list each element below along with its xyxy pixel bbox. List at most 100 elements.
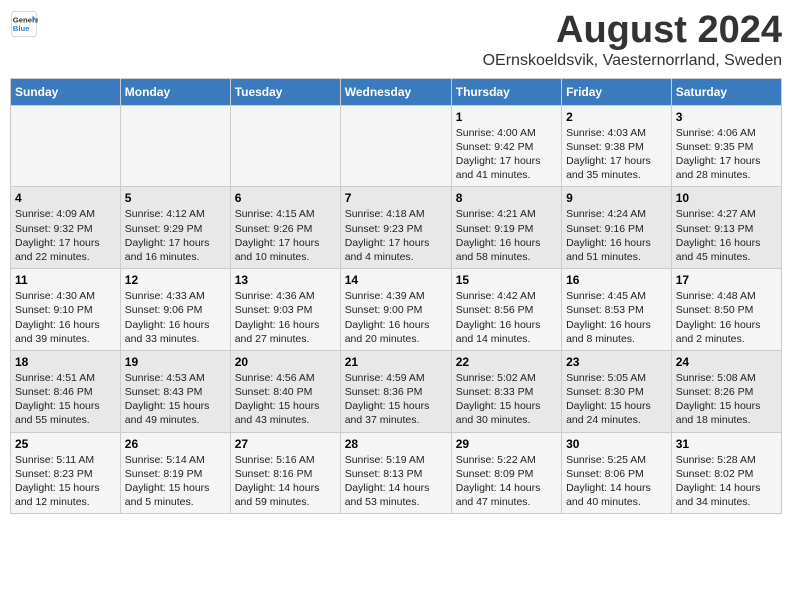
calendar-cell: 15Sunrise: 4:42 AMSunset: 8:56 PMDayligh… <box>451 269 561 351</box>
day-info: Sunrise: 5:25 AMSunset: 8:06 PMDaylight:… <box>566 453 667 510</box>
calendar-cell: 2 Sunrise: 4:03 AMSunset: 9:38 PMDaylight… <box>562 105 672 187</box>
calendar-week-row: 11 Sunrise: 4:30 AMSunset: 9:10 PMDayligh… <box>11 269 782 351</box>
day-number: 2 <box>566 110 667 124</box>
day-info: Sunrise: 5:05 AMSunset: 8:30 PMDaylight:… <box>566 371 667 428</box>
calendar-table: SundayMondayTuesdayWednesdayThursdayFrid… <box>10 78 782 514</box>
day-number: 26 <box>125 437 226 451</box>
calendar-cell: 8Sunrise: 4:21 AMSunset: 9:19 PMDaylight… <box>451 187 561 269</box>
calendar-header-thursday: Thursday <box>451 78 561 105</box>
day-number: 18 <box>15 355 116 369</box>
day-number: 8 <box>456 191 557 205</box>
day-info: Sunrise: 4:06 AMSunset: 9:35 PMDaylight:… <box>676 126 777 183</box>
day-number: 25 <box>15 437 116 451</box>
day-info: Sunrise: 4:24 AMSunset: 9:16 PMDaylight:… <box>566 207 667 264</box>
day-number: 31 <box>676 437 777 451</box>
day-info: Sunrise: 4:39 AMSunset: 9:00 PMDaylight:… <box>345 289 447 346</box>
day-info: Sunrise: 5:02 AMSunset: 8:33 PMDaylight:… <box>456 371 557 428</box>
logo-icon: General Blue <box>10 10 38 38</box>
calendar-cell <box>11 105 121 187</box>
day-info: Sunrise: 4:56 AMSunset: 8:40 PMDaylight:… <box>235 371 336 428</box>
day-number: 21 <box>345 355 447 369</box>
calendar-cell: 7 Sunrise: 4:18 AMSunset: 9:23 PMDaylight… <box>340 187 451 269</box>
day-info: Sunrise: 4:53 AMSunset: 8:43 PMDaylight:… <box>125 371 226 428</box>
day-number: 3 <box>676 110 777 124</box>
day-info: Sunrise: 4:15 AMSunset: 9:26 PMDaylight:… <box>235 207 336 264</box>
day-number: 19 <box>125 355 226 369</box>
logo: General Blue <box>10 10 38 38</box>
day-number: 10 <box>676 191 777 205</box>
calendar-cell: 20 Sunrise: 4:56 AMSunset: 8:40 PMDayligh… <box>230 350 340 432</box>
day-number: 4 <box>15 191 116 205</box>
calendar-cell: 19 Sunrise: 4:53 AMSunset: 8:43 PMDayligh… <box>120 350 230 432</box>
calendar-cell: 14 Sunrise: 4:39 AMSunset: 9:00 PMDayligh… <box>340 269 451 351</box>
calendar-cell: 12Sunrise: 4:33 AMSunset: 9:06 PMDayligh… <box>120 269 230 351</box>
day-info: Sunrise: 4:12 AMSunset: 9:29 PMDaylight:… <box>125 207 226 264</box>
day-number: 28 <box>345 437 447 451</box>
day-number: 29 <box>456 437 557 451</box>
day-info: Sunrise: 5:11 AMSunset: 8:23 PMDaylight:… <box>15 453 116 510</box>
calendar-week-row: 18 Sunrise: 4:51 AMSunset: 8:46 PMDayligh… <box>11 350 782 432</box>
day-number: 23 <box>566 355 667 369</box>
header: General Blue August 2024 OErnskoeldsvik,… <box>10 10 782 70</box>
calendar-week-row: 4 Sunrise: 4:09 AMSunset: 9:32 PMDaylight… <box>11 187 782 269</box>
calendar-header-sunday: Sunday <box>11 78 121 105</box>
day-number: 6 <box>235 191 336 205</box>
calendar-header-friday: Friday <box>562 78 672 105</box>
day-number: 11 <box>15 273 116 287</box>
day-number: 30 <box>566 437 667 451</box>
calendar-cell: 3 Sunrise: 4:06 AMSunset: 9:35 PMDaylight… <box>671 105 781 187</box>
calendar-cell: 17Sunrise: 4:48 AMSunset: 8:50 PMDayligh… <box>671 269 781 351</box>
day-number: 14 <box>345 273 447 287</box>
calendar-cell: 10Sunrise: 4:27 AMSunset: 9:13 PMDayligh… <box>671 187 781 269</box>
calendar-week-row: 25 Sunrise: 5:11 AMSunset: 8:23 PMDayligh… <box>11 432 782 514</box>
calendar-header-saturday: Saturday <box>671 78 781 105</box>
calendar-cell: 1 Sunrise: 4:00 AMSunset: 9:42 PMDaylight… <box>451 105 561 187</box>
day-info: Sunrise: 5:16 AMSunset: 8:16 PMDaylight:… <box>235 453 336 510</box>
calendar-cell: 13Sunrise: 4:36 AMSunset: 9:03 PMDayligh… <box>230 269 340 351</box>
day-number: 16 <box>566 273 667 287</box>
day-number: 1 <box>456 110 557 124</box>
day-info: Sunrise: 5:19 AMSunset: 8:13 PMDaylight:… <box>345 453 447 510</box>
day-info: Sunrise: 4:51 AMSunset: 8:46 PMDaylight:… <box>15 371 116 428</box>
calendar-cell: 24Sunrise: 5:08 AMSunset: 8:26 PMDayligh… <box>671 350 781 432</box>
calendar-header-wednesday: Wednesday <box>340 78 451 105</box>
calendar-cell: 27 Sunrise: 5:16 AMSunset: 8:16 PMDayligh… <box>230 432 340 514</box>
calendar-body: 1 Sunrise: 4:00 AMSunset: 9:42 PMDaylight… <box>11 105 782 513</box>
day-number: 13 <box>235 273 336 287</box>
calendar-cell: 5 Sunrise: 4:12 AMSunset: 9:29 PMDaylight… <box>120 187 230 269</box>
day-number: 5 <box>125 191 226 205</box>
calendar-cell: 30 Sunrise: 5:25 AMSunset: 8:06 PMDayligh… <box>562 432 672 514</box>
day-info: Sunrise: 4:09 AMSunset: 9:32 PMDaylight:… <box>15 207 116 264</box>
calendar-cell: 16Sunrise: 4:45 AMSunset: 8:53 PMDayligh… <box>562 269 672 351</box>
calendar-cell: 6 Sunrise: 4:15 AMSunset: 9:26 PMDaylight… <box>230 187 340 269</box>
day-info: Sunrise: 4:18 AMSunset: 9:23 PMDaylight:… <box>345 207 447 264</box>
day-info: Sunrise: 4:30 AMSunset: 9:10 PMDaylight:… <box>15 289 116 346</box>
calendar-week-row: 1 Sunrise: 4:00 AMSunset: 9:42 PMDaylight… <box>11 105 782 187</box>
location-title: OErnskoeldsvik, Vaesternorrland, Sweden <box>483 52 782 70</box>
day-info: Sunrise: 4:00 AMSunset: 9:42 PMDaylight:… <box>456 126 557 183</box>
calendar-cell: 28 Sunrise: 5:19 AMSunset: 8:13 PMDayligh… <box>340 432 451 514</box>
calendar-cell: 18 Sunrise: 4:51 AMSunset: 8:46 PMDayligh… <box>11 350 121 432</box>
calendar-header-row: SundayMondayTuesdayWednesdayThursdayFrid… <box>11 78 782 105</box>
calendar-cell <box>340 105 451 187</box>
calendar-cell: 23 Sunrise: 5:05 AMSunset: 8:30 PMDayligh… <box>562 350 672 432</box>
day-number: 20 <box>235 355 336 369</box>
calendar-cell: 21Sunrise: 4:59 AMSunset: 8:36 PMDayligh… <box>340 350 451 432</box>
day-number: 9 <box>566 191 667 205</box>
calendar-cell: 9 Sunrise: 4:24 AMSunset: 9:16 PMDaylight… <box>562 187 672 269</box>
day-number: 12 <box>125 273 226 287</box>
calendar-header-tuesday: Tuesday <box>230 78 340 105</box>
day-info: Sunrise: 4:42 AMSunset: 8:56 PMDaylight:… <box>456 289 557 346</box>
calendar-cell: 11 Sunrise: 4:30 AMSunset: 9:10 PMDayligh… <box>11 269 121 351</box>
day-info: Sunrise: 4:03 AMSunset: 9:38 PMDaylight:… <box>566 126 667 183</box>
day-number: 7 <box>345 191 447 205</box>
calendar-cell: 22Sunrise: 5:02 AMSunset: 8:33 PMDayligh… <box>451 350 561 432</box>
calendar-cell: 4 Sunrise: 4:09 AMSunset: 9:32 PMDaylight… <box>11 187 121 269</box>
day-number: 27 <box>235 437 336 451</box>
calendar-cell: 26Sunrise: 5:14 AMSunset: 8:19 PMDayligh… <box>120 432 230 514</box>
calendar-cell: 25 Sunrise: 5:11 AMSunset: 8:23 PMDayligh… <box>11 432 121 514</box>
day-number: 24 <box>676 355 777 369</box>
month-title: August 2024 <box>483 10 782 52</box>
calendar-header-monday: Monday <box>120 78 230 105</box>
svg-text:Blue: Blue <box>13 24 30 33</box>
